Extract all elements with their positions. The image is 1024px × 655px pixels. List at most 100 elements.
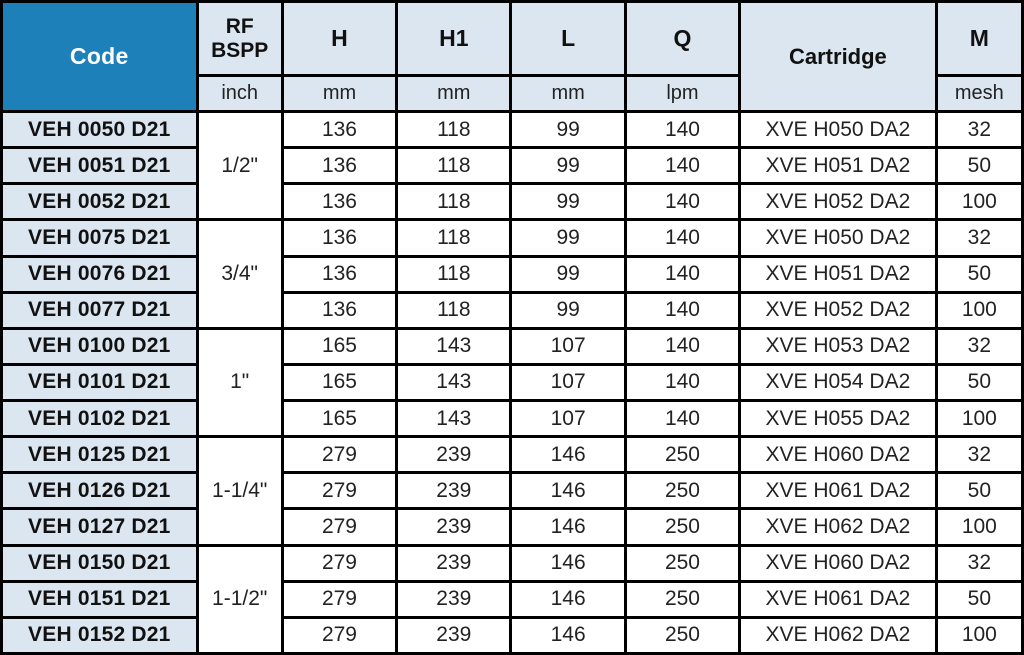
cell-code: VEH 0076 D21 [0,254,199,294]
cell-q: 140 [623,218,742,258]
table-row: VEH 0051 D21 136 118 99 140 XVE H051 DA2 50 [0,146,1024,186]
column-header-h1: H1 [395,0,513,77]
cell-h1: 118 [395,218,513,258]
cell-m: 32 [934,326,1024,366]
cell-q: 140 [623,109,742,150]
cell-l: 146 [509,471,627,511]
cell-cartridge: XVE H050 DA2 [738,218,938,258]
cell-cartridge: XVE H062 DA2 [738,507,938,547]
unit-h: mm [280,74,399,113]
cell-h: 279 [280,471,399,511]
column-header-m: M [934,0,1024,77]
table-row: VEH 0125 D21 1-1/4" 279 239 146 250 XVE H060 D… [0,435,1024,547]
cell-q: 140 [623,146,742,186]
column-header-rf-bspp-line1: RF [225,14,254,38]
cell-q: 250 [623,435,742,475]
column-header-rf-bspp-line2: BSPP [211,38,269,62]
table-header: Code RF BSPP H H1 L Q Cartridge M inch m… [0,0,1024,113]
cell-m: 100 [934,182,1024,222]
cell-l: 99 [509,182,627,222]
cell-h1: 118 [395,109,513,150]
cell-q: 250 [623,579,742,619]
cell-code: VEH 0077 D21 [0,290,199,330]
cell-code: VEH 0101 D21 [0,362,199,403]
table-row: VEH 0077 D21 136 118 99 140 XVE H052 DA2 100 [0,290,1024,330]
cell-h1: 118 [395,182,513,222]
cell-l: 107 [509,362,627,403]
cell-h1: 239 [395,507,513,547]
table-row: VEH 0102 D21 165 143 107 140 XVE H055 DA2 100 [0,398,1024,439]
cell-m: 32 [934,218,1024,258]
cell-h1: 118 [395,254,513,294]
cell-code: VEH 0050 D21 [0,109,199,150]
cell-m: 50 [934,254,1024,294]
cell-cartridge: XVE H054 DA2 [738,362,938,403]
cell-code: VEH 0127 D21 [0,507,199,547]
cell-h1: 143 [395,362,513,403]
cell-cartridge: XVE H052 DA2 [738,290,938,330]
unit-m: mesh [934,74,1024,113]
specification-table: Code RF BSPP H H1 L Q Cartridge M inch m… [0,0,1024,655]
cell-cartridge: XVE H062 DA2 [738,615,938,655]
unit-rf-bspp: inch [195,74,284,113]
cell-rf-bspp-size: 1/2" [195,109,284,222]
table-row: VEH 0126 D21 279 239 146 250 XVE H061 DA2 50 [0,471,1024,511]
cell-h: 279 [280,579,399,619]
cell-l: 99 [509,218,627,258]
cell-q: 140 [623,362,742,403]
cell-m: 50 [934,471,1024,511]
cell-q: 250 [623,507,742,547]
table-row: VEH 0151 D21 279 239 146 250 XVE H061 DA2 50 [0,579,1024,619]
cell-cartridge: XVE H055 DA2 [738,398,938,439]
cell-code: VEH 0051 D21 [0,146,199,186]
column-header-l: L [509,0,627,77]
column-header-code: Code [0,0,199,113]
cell-cartridge: XVE H060 DA2 [738,543,938,583]
cell-m: 50 [934,579,1024,619]
cell-m: 32 [934,435,1024,475]
cell-cartridge: XVE H060 DA2 [738,435,938,475]
cell-cartridge: XVE H050 DA2 [738,109,938,150]
cell-rf-bspp-size: 1" [195,326,284,439]
cell-code: VEH 0125 D21 [0,435,199,475]
cell-m: 100 [934,290,1024,330]
cell-m: 100 [934,398,1024,439]
cell-cartridge: XVE H061 DA2 [738,579,938,619]
cell-code: VEH 0151 D21 [0,579,199,619]
cell-q: 250 [623,471,742,511]
cell-h1: 118 [395,290,513,330]
cell-l: 107 [509,326,627,366]
cell-h1: 239 [395,579,513,619]
cell-q: 140 [623,254,742,294]
table-row: VEH 0127 D21 279 239 146 250 XVE H062 DA2 100 [0,507,1024,547]
cell-l: 107 [509,398,627,439]
cell-h1: 239 [395,435,513,475]
cell-l: 146 [509,579,627,619]
cell-h1: 118 [395,146,513,186]
cell-h: 279 [280,615,399,655]
cell-l: 146 [509,507,627,547]
cell-l: 146 [509,615,627,655]
column-header-h: H [280,0,399,77]
cell-rf-bspp-size: 3/4" [195,218,284,330]
cell-l: 99 [509,254,627,294]
cell-m: 32 [934,543,1024,583]
cell-m: 32 [934,109,1024,150]
cell-h: 136 [280,182,399,222]
cell-h: 165 [280,326,399,366]
table-row: VEH 0052 D21 136 118 99 140 XVE H052 DA2 100 [0,182,1024,222]
unit-l: mm [509,74,627,113]
cell-l: 99 [509,146,627,186]
cell-q: 140 [623,326,742,366]
cell-h: 136 [280,109,399,150]
cell-cartridge: XVE H052 DA2 [738,182,938,222]
unit-q: lpm [623,74,742,113]
cell-q: 140 [623,398,742,439]
cell-l: 146 [509,543,627,583]
cell-h: 136 [280,290,399,330]
table-row: VEH 0150 D21 1-1/2" 279 239 146 250 XVE H060 D… [0,543,1024,655]
cell-m: 100 [934,615,1024,655]
cell-code: VEH 0152 D21 [0,615,199,655]
cell-h: 136 [280,254,399,294]
column-header-rf-bspp: RF BSPP [195,0,284,77]
